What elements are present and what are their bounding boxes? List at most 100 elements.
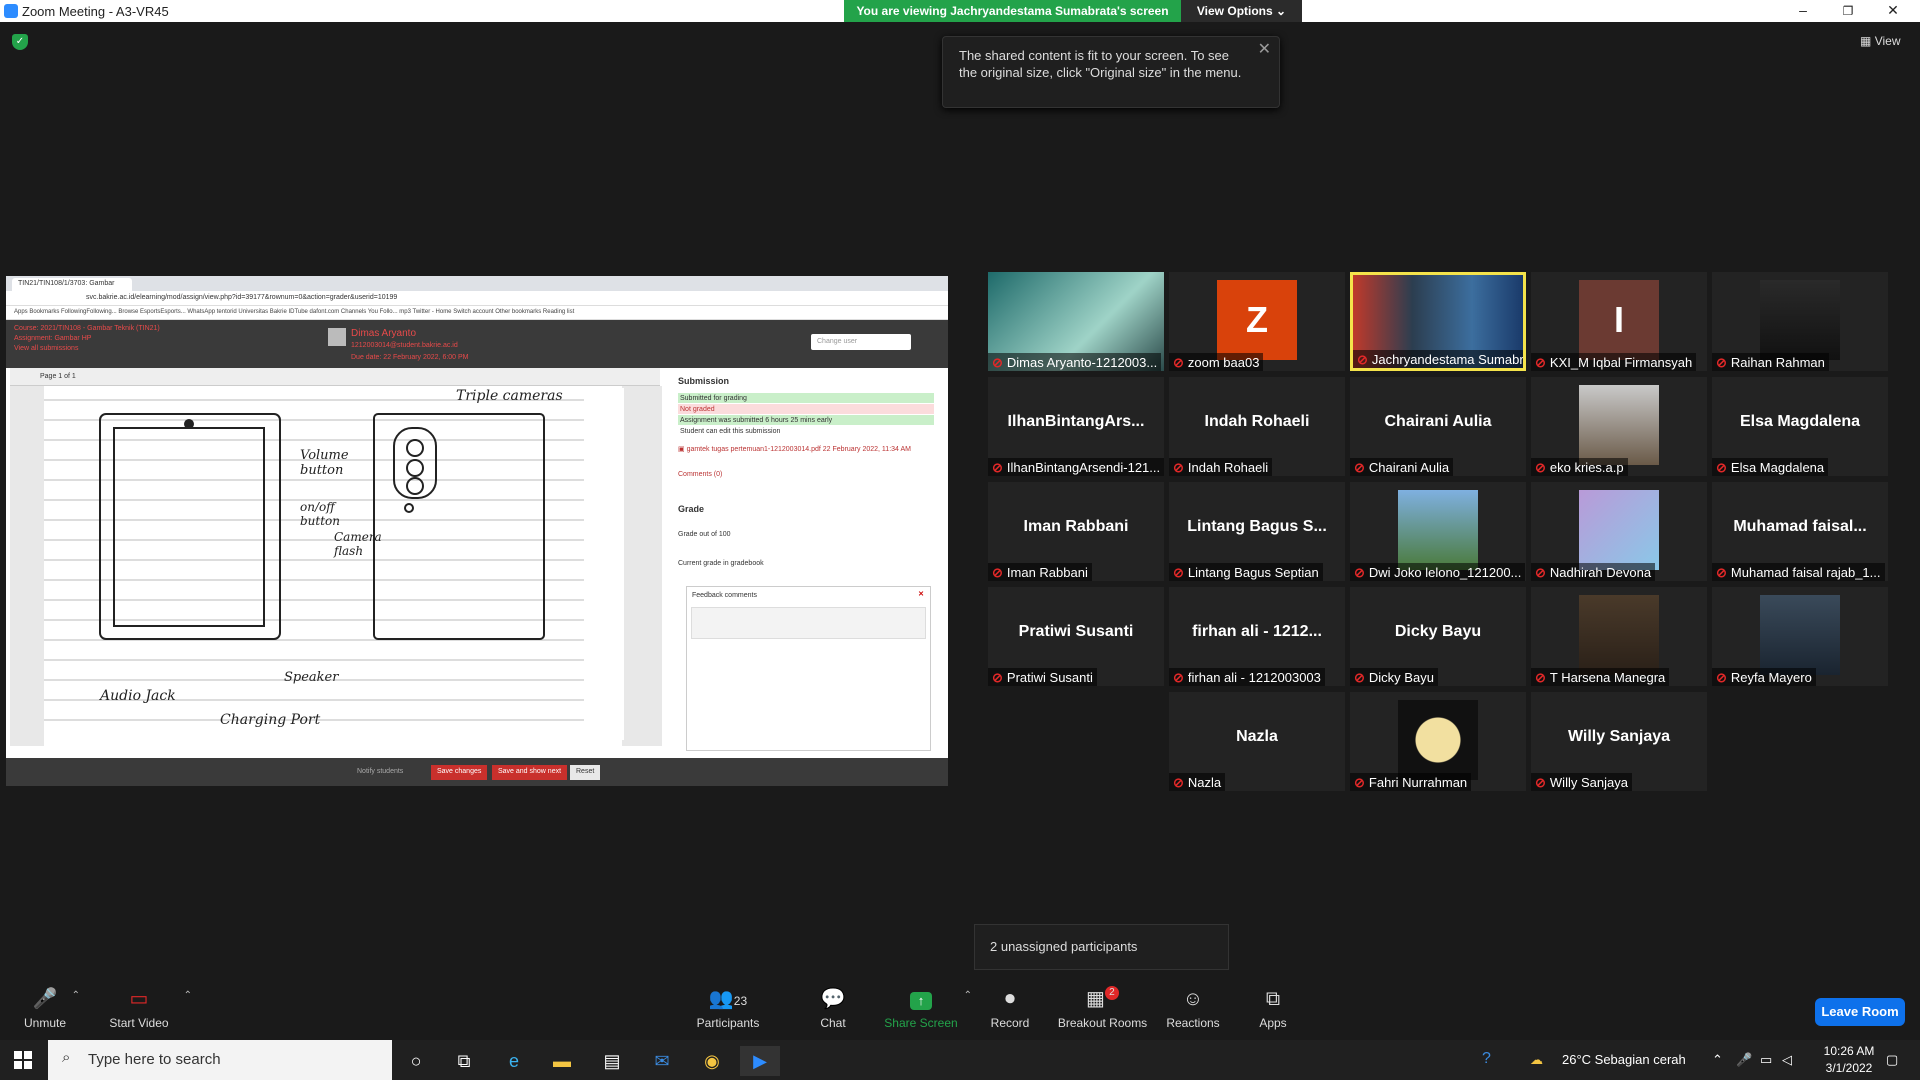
share-screen-button[interactable]: ↑ Share Screen ⌃	[876, 980, 972, 1040]
participant-tile[interactable]: Pratiwi Susanti ⊘ Pratiwi Susanti	[988, 587, 1164, 686]
participant-tile[interactable]: Iman Rabbani ⊘ Iman Rabbani	[988, 482, 1164, 581]
start-video-button[interactable]: ▭ Start Video ⌃	[94, 980, 192, 1040]
caret-up-icon[interactable]: ⌃	[72, 990, 80, 1001]
shield-check-icon[interactable]: ✓	[12, 34, 28, 50]
tray-chevron-icon[interactable]: ⌃	[1712, 1052, 1723, 1068]
course-link[interactable]: Course: 2021/TIN108 - Gambar Teknik (TIN…	[14, 324, 940, 334]
participant-tile[interactable]: firhan ali - 1212... ⊘ firhan ali - 121200…	[1169, 587, 1345, 686]
zoom-taskbar-icon[interactable]: ▶	[740, 1046, 780, 1076]
muted-microphone-icon: ⊘	[1354, 670, 1365, 685]
reactions-button[interactable]: ☺ Reactions	[1148, 980, 1238, 1040]
save-show-next-button[interactable]: Save and show next	[492, 765, 568, 780]
minimize-button[interactable]: –	[1793, 2, 1813, 18]
record-button[interactable]: ⏺ Record	[965, 980, 1055, 1040]
store-icon[interactable]: ▤	[592, 1046, 632, 1076]
participant-tile[interactable]: ⊘Jachryandestama Sumabrata	[1350, 272, 1526, 371]
weather-icon: ☁	[1530, 1052, 1543, 1067]
tooltip-text: The shared content is fit to your screen…	[959, 48, 1242, 80]
muted-microphone-icon: ⊘	[1354, 565, 1365, 580]
participant-tile[interactable]: ⊘ Fahri Nurrahman	[1350, 692, 1526, 791]
weather-text[interactable]: 26°C Sebagian cerah	[1562, 1052, 1686, 1067]
microphone-icon[interactable]: 🎤	[1736, 1052, 1752, 1068]
volume-icon[interactable]: ◁	[1782, 1052, 1792, 1068]
participant-video	[1398, 490, 1478, 570]
task-view-icon[interactable]: ⧉	[444, 1046, 484, 1076]
reset-button[interactable]: Reset	[570, 765, 601, 780]
participant-tile[interactable]: ⊘ Dimas Aryanto-1212003...	[988, 272, 1164, 371]
notification-icon[interactable]: ▢	[1886, 1052, 1898, 1068]
view-options-button[interactable]: View Options ⌄	[1181, 0, 1302, 22]
change-user-select[interactable]: Change user	[811, 334, 911, 350]
muted-microphone-icon: ⊘	[1716, 355, 1727, 370]
participant-tile[interactable]: ⊘ Raihan Rahman	[1712, 272, 1888, 371]
participants-button[interactable]: 👥23 Participants	[683, 980, 773, 1040]
participant-video	[1579, 595, 1659, 675]
participant-video	[1760, 595, 1840, 675]
taskbar-search[interactable]: ⌕ Type here to search	[48, 1040, 392, 1080]
muted-microphone-icon: ⊘	[1535, 355, 1546, 370]
reactions-icon: ☺	[1182, 988, 1204, 1010]
file-date: 22 February 2022, 11:34 AM	[822, 446, 911, 453]
network-icon[interactable]: ▭	[1760, 1052, 1772, 1068]
participant-tile[interactable]: IlhanBintangArs... ⊘ IlhanBintangArsendi-1…	[988, 377, 1164, 476]
comments-link[interactable]: Comments (0)	[678, 469, 934, 480]
tooltip-close-icon[interactable]: ✕	[1258, 41, 1271, 58]
participant-tile[interactable]: Muhamad faisal... ⊘ Muhamad faisal rajab_1…	[1712, 482, 1888, 581]
participant-tile[interactable]: Lintang Bagus S... ⊘ Lintang Bagus Septian	[1169, 482, 1345, 581]
participant-tile[interactable]: I ⊘ KXI_M Iqbal Firmansyah	[1531, 272, 1707, 371]
leave-room-button[interactable]: Leave Room	[1815, 998, 1905, 1026]
participant-name: Dwi Joko lelono_121200...	[1368, 565, 1522, 580]
participant-name: IlhanBintangArsendi-121...	[1006, 460, 1161, 475]
unassigned-participants-notice[interactable]: 2 unassigned participants	[974, 924, 1229, 970]
participant-tile[interactable]: Elsa Magdalena ⊘ Elsa Magdalena	[1712, 377, 1888, 476]
clock[interactable]: 10:26 AM 3/1/2022	[1814, 1043, 1884, 1077]
windows-start-icon[interactable]	[14, 1051, 32, 1069]
participant-tile[interactable]: Nazla ⊘ Nazla	[1169, 692, 1345, 791]
participant-tile[interactable]: ⊘ Reyfa Mayero	[1712, 587, 1888, 686]
apps-button[interactable]: ⧉ Apps	[1228, 980, 1318, 1040]
breakout-rooms-label: Breakout Rooms	[1057, 1016, 1148, 1030]
feedback-editor[interactable]: Feedback comments ✕	[686, 586, 931, 751]
shared-screen[interactable]: TIN21/TIN108/1/3703: Gambar svc.bakrie.a…	[6, 276, 948, 786]
view-all-link[interactable]: View all submissions	[14, 344, 940, 354]
participant-name-label: ⊘ Reyfa Mayero	[1712, 668, 1816, 686]
breakout-rooms-button[interactable]: ▦ 2 Breakout Rooms	[1055, 980, 1150, 1040]
participant-tile[interactable]: Z ⊘ zoom baa03	[1169, 272, 1345, 371]
status-submitted: Submitted for grading	[678, 393, 934, 403]
participant-tile[interactable]: ⊘ eko kries.a.p	[1531, 377, 1707, 476]
participant-tile[interactable]: Chairani Aulia ⊘ Chairani Aulia	[1350, 377, 1526, 476]
pdf-document[interactable]: Volume button on/off button Camera flash…	[44, 388, 624, 740]
file-explorer-icon[interactable]: ▬	[542, 1046, 582, 1076]
view-button[interactable]: ▦ View	[1860, 34, 1900, 48]
help-icon[interactable]: ?	[1482, 1050, 1491, 1068]
close-button[interactable]: ✕	[1883, 2, 1903, 19]
save-changes-button[interactable]: Save changes	[431, 765, 488, 780]
search-icon: ⌕	[62, 1049, 71, 1066]
editor-toolbar[interactable]	[691, 607, 926, 639]
mail-icon[interactable]: ✉	[642, 1046, 682, 1076]
participant-tile[interactable]: ⊘ T Harsena Manegra	[1531, 587, 1707, 686]
assignment-link[interactable]: Assignment: Gambar HP	[14, 334, 940, 344]
muted-microphone-icon: ⊘	[992, 355, 1003, 370]
participant-tile[interactable]: ⊘ Nadhirah Devona	[1531, 482, 1707, 581]
participant-tile[interactable]: Willy Sanjaya ⊘ Willy Sanjaya	[1531, 692, 1707, 791]
record-icon: ⏺	[1005, 988, 1015, 1010]
browser-url-bar[interactable]: svc.bakrie.ac.id/elearning/mod/assign/vi…	[6, 291, 948, 306]
participant-tile[interactable]: Dicky Bayu ⊘ Dicky Bayu	[1350, 587, 1526, 686]
maximize-button[interactable]: ❐	[1838, 4, 1858, 18]
participant-tile[interactable]: ⊘ Dwi Joko lelono_121200...	[1350, 482, 1526, 581]
chrome-icon[interactable]: ◉	[692, 1046, 732, 1076]
participant-tile[interactable]: Indah Rohaeli ⊘ Indah Rohaeli	[1169, 377, 1345, 476]
participant-name-label: ⊘ Fahri Nurrahman	[1350, 773, 1472, 791]
submission-file-link[interactable]: ▣ gamtek tugas pertemuan1-1212003014.pdf…	[678, 444, 934, 455]
edge-icon[interactable]: e	[494, 1046, 534, 1076]
browser-tab[interactable]: TIN21/TIN108/1/3703: Gambar	[12, 278, 132, 291]
cortana-icon[interactable]: ○	[396, 1046, 436, 1076]
participant-name: Muhamad faisal rajab_1...	[1730, 565, 1881, 580]
participant-display-name: Dicky Bayu	[1394, 623, 1482, 640]
chat-button[interactable]: 💬 Chat	[788, 980, 878, 1040]
caret-up-icon[interactable]: ⌃	[184, 990, 192, 1001]
feedback-close-icon[interactable]: ✕	[918, 590, 924, 598]
video-off-icon: ▭	[129, 988, 149, 1010]
unmute-button[interactable]: 🎤 Unmute ⌃	[0, 980, 90, 1040]
